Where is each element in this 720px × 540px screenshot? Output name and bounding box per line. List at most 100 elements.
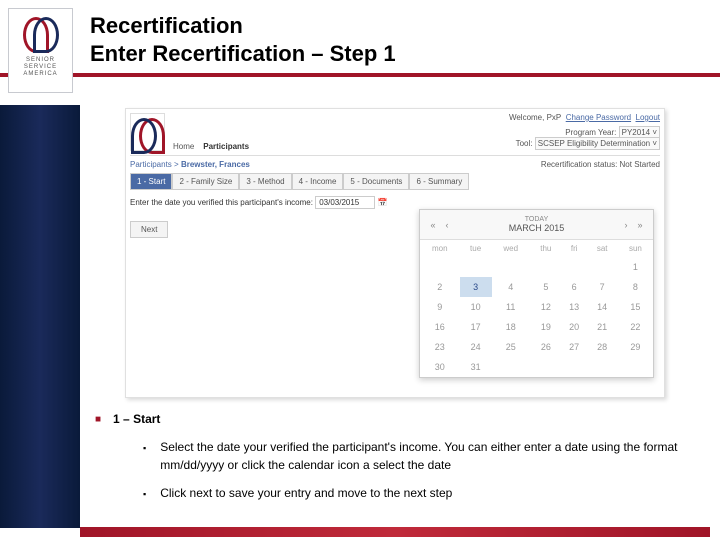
cal-day bbox=[492, 357, 530, 377]
next-button[interactable]: Next bbox=[130, 221, 168, 238]
cal-weekday: sat bbox=[587, 240, 618, 257]
logo-mark bbox=[21, 15, 61, 55]
cal-day[interactable]: 25 bbox=[492, 337, 530, 357]
cal-day[interactable]: 8 bbox=[618, 277, 653, 297]
nav-participants[interactable]: Participants bbox=[203, 142, 249, 151]
cal-month-label: MARCH 2015 bbox=[454, 223, 619, 233]
cal-day[interactable]: 31 bbox=[460, 357, 492, 377]
cal-day[interactable]: 2 bbox=[420, 277, 460, 297]
app-logo bbox=[130, 113, 165, 151]
tool-label: Tool: bbox=[516, 139, 533, 148]
cal-weekday: thu bbox=[530, 240, 562, 257]
title-line-1: Recertification bbox=[90, 12, 720, 41]
cal-day bbox=[530, 257, 562, 277]
welcome-text: Welcome, PxP bbox=[509, 113, 561, 122]
cal-day bbox=[530, 357, 562, 377]
slide-header: Recertification Enter Recertification – … bbox=[0, 0, 720, 73]
cal-weekday: wed bbox=[492, 240, 530, 257]
cal-day bbox=[460, 257, 492, 277]
bullet-icon: ▪ bbox=[143, 488, 146, 502]
cal-day[interactable]: 26 bbox=[530, 337, 562, 357]
app-nav: Home Participants bbox=[173, 142, 249, 151]
cal-day[interactable]: 4 bbox=[492, 277, 530, 297]
cal-day bbox=[587, 357, 618, 377]
bullet-icon: ■ bbox=[95, 412, 101, 428]
cal-day[interactable]: 30 bbox=[420, 357, 460, 377]
cal-weekday: fri bbox=[562, 240, 587, 257]
title-line-2: Enter Recertification – Step 1 bbox=[90, 41, 720, 67]
cal-prev-year[interactable]: « bbox=[426, 220, 440, 230]
calendar-icon[interactable]: 📅 bbox=[377, 198, 387, 207]
cal-day[interactable]: 29 bbox=[618, 337, 653, 357]
cal-prev-month[interactable]: ‹ bbox=[440, 220, 454, 230]
cal-day[interactable]: 10 bbox=[460, 297, 492, 317]
bullet-icon: ▪ bbox=[143, 442, 146, 474]
ssa-logo: SENIOR SERVICE AMERICA bbox=[8, 8, 73, 93]
logo-text-1: SENIOR bbox=[13, 57, 68, 64]
cal-day[interactable]: 11 bbox=[492, 297, 530, 317]
tab-summary[interactable]: 6 - Summary bbox=[409, 173, 469, 190]
logo-text-3: AMERICA bbox=[13, 71, 68, 78]
notes-item-2: Click next to save your entry and move t… bbox=[160, 484, 452, 502]
cal-weekday: sun bbox=[618, 240, 653, 257]
cal-day[interactable]: 13 bbox=[562, 297, 587, 317]
cal-day[interactable]: 3 bbox=[460, 277, 492, 297]
cal-day bbox=[618, 357, 653, 377]
tab-family-size[interactable]: 2 - Family Size bbox=[172, 173, 239, 190]
cal-day[interactable]: 20 bbox=[562, 317, 587, 337]
tool-select[interactable]: SCSEP Eligibility Determination ˅ bbox=[535, 137, 660, 150]
cal-day bbox=[587, 257, 618, 277]
cal-today-label[interactable]: TODAY bbox=[454, 216, 619, 223]
cal-day[interactable]: 16 bbox=[420, 317, 460, 337]
date-instruction: Enter the date you verified this partici… bbox=[130, 198, 313, 207]
cal-next-month[interactable]: › bbox=[619, 220, 633, 230]
header-divider bbox=[0, 73, 720, 77]
bottom-decoration bbox=[80, 527, 710, 537]
cal-day[interactable]: 15 bbox=[618, 297, 653, 317]
cal-day[interactable]: 22 bbox=[618, 317, 653, 337]
cal-day[interactable]: 21 bbox=[587, 317, 618, 337]
wizard-tabs: 1 - Start 2 - Family Size 3 - Method 4 -… bbox=[130, 173, 660, 190]
change-password-link[interactable]: Change Password bbox=[566, 113, 631, 122]
cal-day[interactable]: 5 bbox=[530, 277, 562, 297]
cal-day[interactable]: 14 bbox=[587, 297, 618, 317]
cal-day[interactable]: 27 bbox=[562, 337, 587, 357]
side-decoration bbox=[0, 105, 80, 528]
date-input[interactable]: 03/03/2015 bbox=[315, 196, 375, 209]
tab-method[interactable]: 3 - Method bbox=[239, 173, 291, 190]
cal-day[interactable]: 12 bbox=[530, 297, 562, 317]
cal-day[interactable]: 6 bbox=[562, 277, 587, 297]
tab-start[interactable]: 1 - Start bbox=[130, 173, 172, 190]
app-screenshot: Home Participants Welcome, PxP Change Pa… bbox=[125, 108, 665, 398]
calendar-popup: « ‹ TODAY MARCH 2015 › » montuewedthufri… bbox=[419, 209, 654, 378]
cal-day[interactable]: 28 bbox=[587, 337, 618, 357]
logout-link[interactable]: Logout bbox=[636, 113, 660, 122]
recert-status-value: Not Started bbox=[620, 160, 660, 169]
nav-home[interactable]: Home bbox=[173, 142, 194, 151]
cal-weekday: tue bbox=[460, 240, 492, 257]
notes-item-1: Select the date your verified the partic… bbox=[160, 438, 700, 474]
cal-day bbox=[492, 257, 530, 277]
tab-income[interactable]: 4 - Income bbox=[292, 173, 344, 190]
cal-day[interactable]: 24 bbox=[460, 337, 492, 357]
cal-weekday: mon bbox=[420, 240, 460, 257]
cal-day bbox=[562, 257, 587, 277]
notes-heading: 1 – Start bbox=[113, 410, 160, 428]
cal-day[interactable]: 1 bbox=[618, 257, 653, 277]
cal-day bbox=[420, 257, 460, 277]
breadcrumb[interactable]: Participants > Brewster, Frances bbox=[130, 160, 250, 169]
cal-day bbox=[562, 357, 587, 377]
recert-status-label: Recertification status: bbox=[541, 160, 617, 169]
cal-day[interactable]: 23 bbox=[420, 337, 460, 357]
cal-day[interactable]: 19 bbox=[530, 317, 562, 337]
logo-text-2: SERVICE bbox=[13, 64, 68, 71]
cal-day[interactable]: 18 bbox=[492, 317, 530, 337]
slide-notes: ■ 1 – Start ▪ Select the date your verif… bbox=[95, 410, 700, 512]
cal-next-year[interactable]: » bbox=[633, 220, 647, 230]
program-year-label: Program Year: bbox=[565, 128, 616, 137]
cal-day[interactable]: 7 bbox=[587, 277, 618, 297]
calendar-grid: montuewedthufrisatsun 123456789101112131… bbox=[420, 240, 653, 377]
tab-documents[interactable]: 5 - Documents bbox=[343, 173, 409, 190]
cal-day[interactable]: 17 bbox=[460, 317, 492, 337]
cal-day[interactable]: 9 bbox=[420, 297, 460, 317]
